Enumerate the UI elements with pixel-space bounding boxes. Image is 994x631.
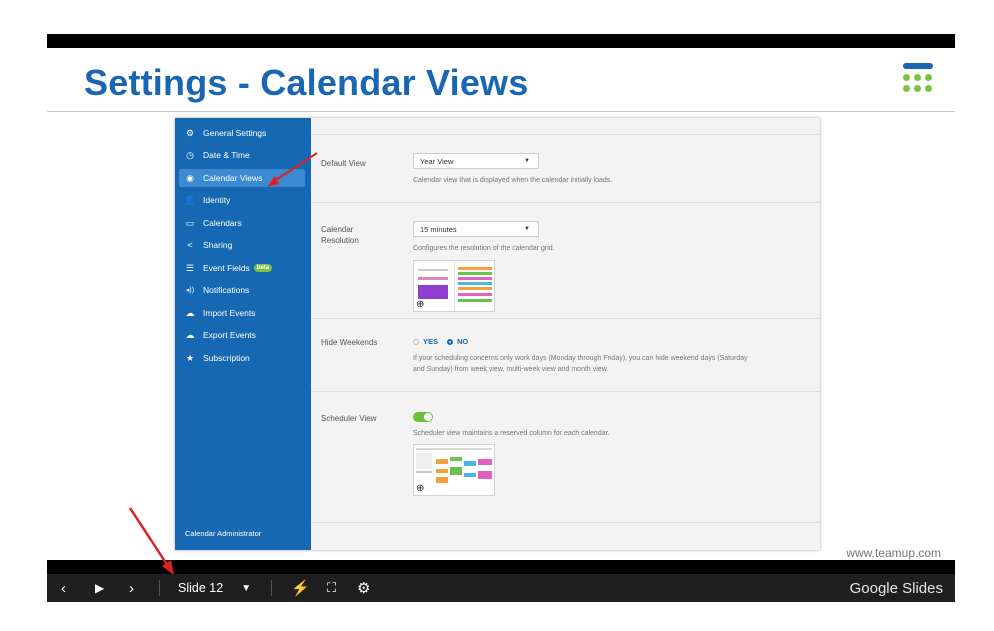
slide-number-dropdown[interactable]: Slide 12 ▼	[178, 574, 251, 602]
zoom-icon: ⊕	[416, 299, 425, 310]
cloud-upload-icon: ☁	[185, 307, 195, 318]
divider	[311, 522, 820, 523]
chevron-down-icon: ▼	[524, 226, 530, 232]
divider	[311, 134, 820, 135]
sidebar-item-date-time[interactable]: ◷ Date & Time	[179, 146, 305, 164]
slide-title: Settings - Calendar Views	[84, 62, 529, 103]
gear-icon: ⚙	[357, 580, 371, 597]
list-icon: ☰	[185, 262, 195, 273]
star-icon: ★	[185, 352, 195, 363]
slide: Settings - Calendar Views ⚙ General Sett…	[47, 48, 955, 560]
player-settings-button[interactable]: ⚙	[357, 574, 370, 602]
play-icon: ▶	[95, 581, 105, 595]
divider	[311, 391, 820, 392]
sidebar-item-label: Calendar Views	[203, 173, 263, 183]
resolution-preview-thumbnail[interactable]: ⊕	[413, 260, 495, 312]
radio-selected-icon	[447, 338, 453, 345]
sidebar-item-label: Subscription	[203, 353, 250, 363]
hide-weekends-description: If your scheduling concerns only work da…	[413, 355, 748, 373]
beta-badge: beta	[253, 264, 273, 272]
sidebar-item-general-settings[interactable]: ⚙ General Settings	[179, 124, 305, 142]
divider	[271, 580, 272, 596]
slide-number-label: Slide 12	[178, 581, 224, 595]
divider	[311, 318, 820, 319]
calendar-resolution-select[interactable]: 15 minutes ▼	[413, 221, 539, 237]
share-icon: <	[187, 240, 193, 250]
sidebar-item-export-events[interactable]: ☁ Export Events	[179, 326, 305, 344]
calendar-resolution-value: 15 minutes	[420, 224, 457, 234]
chevron-down-icon: ▼	[524, 158, 530, 164]
sidebar-item-event-fields[interactable]: ☰ Event Fields beta	[179, 259, 305, 277]
hide-weekends-no-radio[interactable]: NO	[447, 337, 468, 346]
sidebar-item-label: Notifications	[203, 285, 250, 295]
hide-weekends-label: Hide Weekends	[321, 338, 378, 347]
divider	[159, 580, 160, 596]
sidebar-item-label: Calendars	[203, 218, 242, 228]
calendar-resolution-label: Calendar Resolution	[321, 225, 359, 245]
sidebar-item-label: Event Fields	[203, 263, 250, 273]
teamup-logo-icon	[901, 62, 935, 96]
sidebar-item-calendar-views[interactable]: ◉ Calendar Views	[179, 169, 305, 187]
chevron-left-icon: ‹	[61, 579, 66, 597]
sidebar-item-label: Sharing	[203, 240, 233, 250]
slide-frame: Settings - Calendar Views ⚙ General Sett…	[47, 34, 955, 574]
toggle-knob	[424, 413, 432, 421]
slides-player-controls: ‹ ▶ › Slide 12 ▼ ⚡ ⛶ ⚙ Google Slides	[47, 574, 955, 602]
sidebar-item-label: Date & Time	[203, 150, 250, 160]
cloud-download-icon: ☁	[185, 329, 195, 340]
play-button[interactable]: ▶	[95, 574, 104, 602]
calendar-resolution-description: Configures the resolution of the calenda…	[413, 245, 555, 252]
settings-screenshot: ⚙ General Settings ◷ Date & Time ◉ Calen…	[175, 118, 820, 550]
sidebar-item-notifications[interactable]: ◂)) Notifications	[179, 281, 305, 299]
chevron-right-icon: ›	[129, 579, 134, 597]
default-view-value: Year View	[420, 156, 454, 166]
divider	[311, 202, 820, 203]
previous-slide-button[interactable]: ‹	[61, 574, 66, 602]
scheduler-preview-thumbnail[interactable]: ⊕	[413, 444, 495, 496]
user-icon: 👤	[184, 194, 196, 205]
teamup-watermark: www.teamup.com	[846, 546, 941, 560]
eye-icon: ◉	[186, 172, 194, 183]
chevron-down-icon: ▼	[241, 582, 252, 594]
next-slide-button[interactable]: ›	[129, 574, 134, 602]
radio-icon	[413, 338, 419, 345]
scheduler-view-label: Scheduler View	[321, 414, 377, 423]
sidebar-item-label: Import Events	[203, 308, 256, 318]
scheduler-view-description: Scheduler view maintains a reserved colu…	[413, 430, 610, 437]
sidebar-item-label: Identity	[203, 195, 231, 205]
laser-pointer-button[interactable]: ⚡	[291, 574, 310, 602]
sidebar-footer: Calendar Administrator	[185, 529, 262, 538]
title-divider	[47, 111, 955, 112]
settings-sidebar: ⚙ General Settings ◷ Date & Time ◉ Calen…	[175, 118, 311, 550]
gear-icon: ⚙	[185, 127, 195, 138]
settings-content: Default View Year View ▼ Calendar view t…	[311, 118, 820, 550]
sidebar-item-import-events[interactable]: ☁ Import Events	[179, 304, 305, 322]
fullscreen-icon: ⛶	[327, 580, 337, 595]
speaker-icon: ◂))	[185, 287, 195, 294]
default-view-select[interactable]: Year View ▼	[413, 153, 539, 169]
calendar-icon: ▭	[185, 217, 195, 228]
clock-icon: ◷	[186, 149, 194, 160]
sidebar-item-identity[interactable]: 👤 Identity	[179, 191, 305, 209]
sidebar-item-calendars[interactable]: ▭ Calendars	[179, 214, 305, 232]
google-slides-brand: Google Slides	[849, 579, 943, 597]
default-view-description: Calendar view that is displayed when the…	[413, 177, 613, 184]
scheduler-view-toggle[interactable]	[413, 412, 433, 422]
default-view-label: Default View	[321, 159, 366, 168]
hide-weekends-yes-radio[interactable]: YES	[413, 337, 438, 346]
laser-pointer-icon: ⚡	[291, 580, 310, 597]
sidebar-item-subscription[interactable]: ★ Subscription	[179, 349, 305, 367]
sidebar-item-sharing[interactable]: < Sharing	[179, 236, 305, 254]
fullscreen-button[interactable]: ⛶	[327, 574, 336, 602]
zoom-icon: ⊕	[416, 483, 425, 494]
sidebar-item-label: Export Events	[203, 330, 256, 340]
sidebar-item-label: General Settings	[203, 128, 267, 138]
